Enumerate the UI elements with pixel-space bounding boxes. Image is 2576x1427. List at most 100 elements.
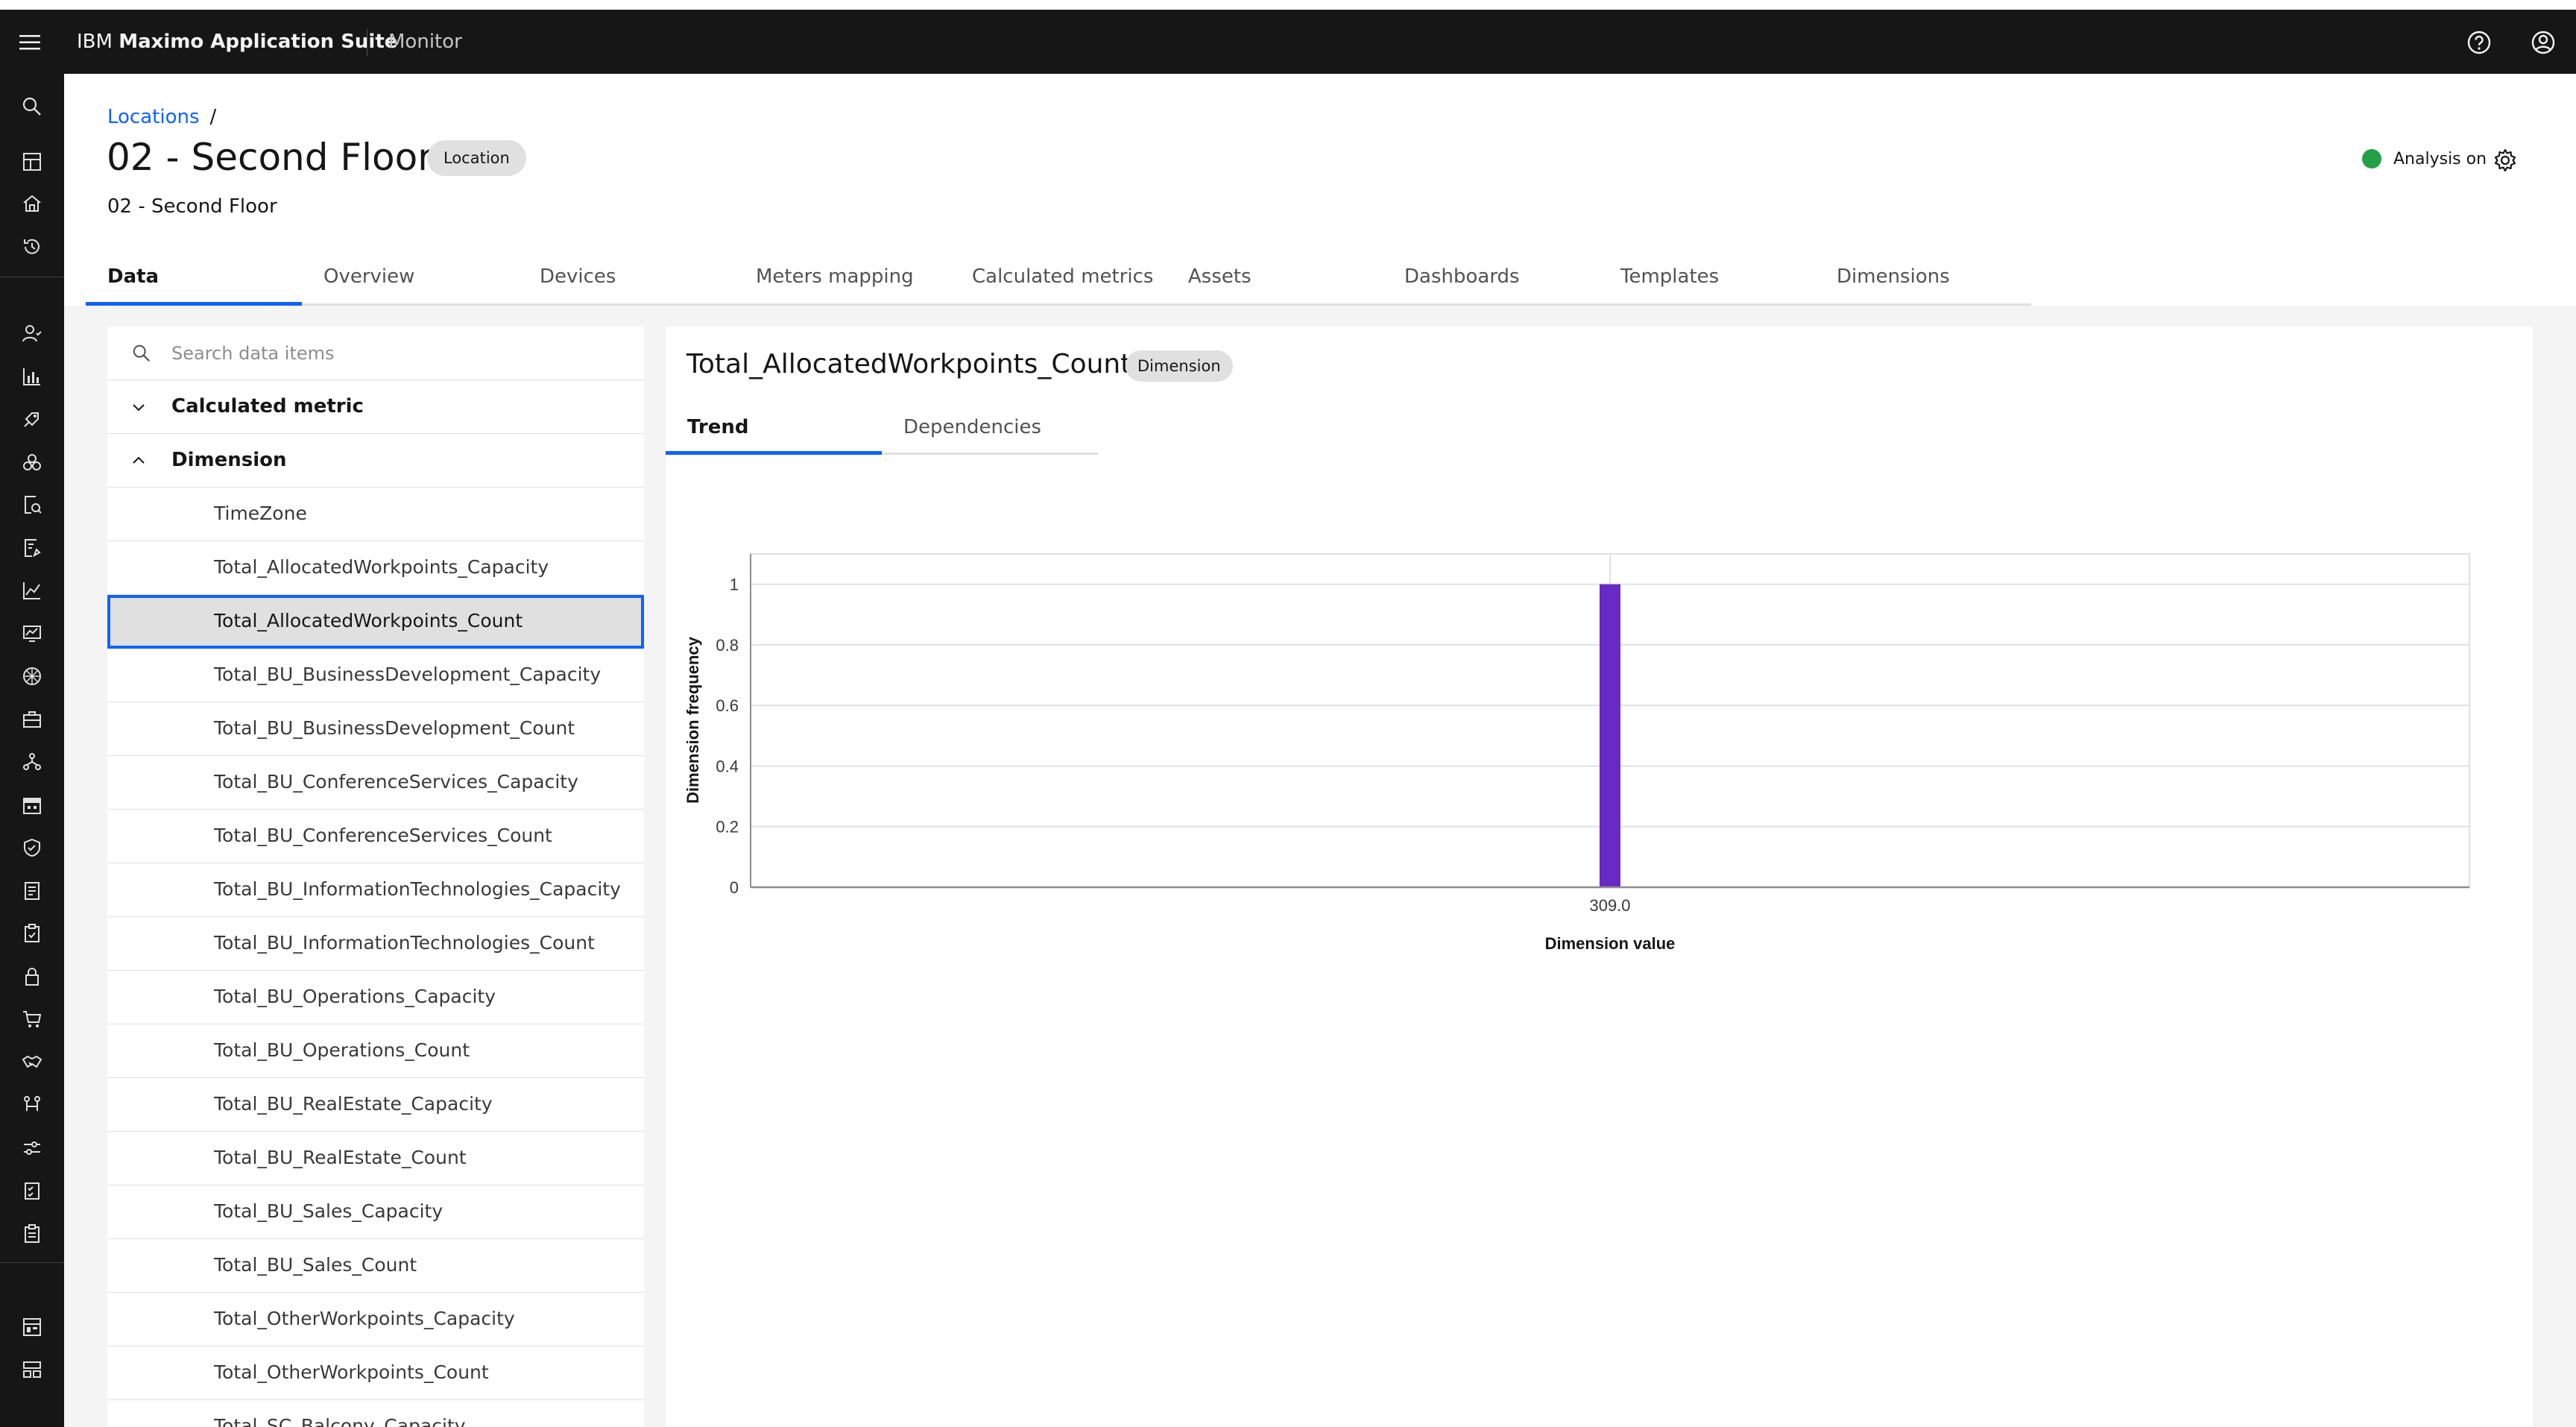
y-tick-label: 0 <box>730 878 739 897</box>
bar <box>1600 584 1620 887</box>
gear-icon[interactable] <box>2490 145 2520 175</box>
search-icon[interactable] <box>17 92 47 122</box>
user-avatar-icon[interactable] <box>2527 26 2560 59</box>
y-tick-label: 1 <box>730 576 739 594</box>
list-item[interactable]: Total_BU_ConferenceServices_Capacity <box>107 756 644 810</box>
inspection-icon[interactable] <box>17 490 47 520</box>
cart-icon[interactable] <box>17 1004 47 1034</box>
y-tick-label: 0.8 <box>716 636 739 655</box>
group-dimension[interactable]: Dimension <box>107 434 644 488</box>
y-tick-label: 0.4 <box>716 757 739 775</box>
lock-icon[interactable] <box>17 962 47 992</box>
page-subtitle: 02 - Second Floor <box>107 195 277 218</box>
clipboard-icon[interactable] <box>17 919 47 948</box>
list-item[interactable]: Total_BU_InformationTechnologies_Count <box>107 917 644 971</box>
analytics-icon[interactable] <box>17 362 47 391</box>
list-item[interactable]: Total_AllocatedWorkpoints_Capacity <box>107 541 644 595</box>
tab-assets[interactable]: Assets <box>1167 261 1383 306</box>
detail-panel: Total_AllocatedWorkpoints_Count Dimensio… <box>666 327 2533 1427</box>
list-item[interactable]: Total_SC_Balcony_Capacity <box>107 1400 644 1427</box>
list-item[interactable]: Total_OtherWorkpoints_Count <box>107 1346 644 1400</box>
predict-icon[interactable] <box>17 404 47 434</box>
tab-dimensions[interactable]: Dimensions <box>1815 261 2031 306</box>
list-item[interactable]: Total_BU_Sales_Count <box>107 1239 644 1293</box>
top-header: IBM Maximo Application Suite Monitor <box>0 10 2576 74</box>
y-axis-ticks: 0 0.2 0.4 0.6 0.8 1 <box>716 576 739 897</box>
x-axis-ticks: 309.0 <box>1589 896 1630 915</box>
trend-chart: 0 0.2 0.4 0.6 0.8 1 309.0 Dimension value Dim… <box>684 553 2470 953</box>
chevron-up-icon <box>124 446 154 476</box>
list-item[interactable]: Total_BU_RealEstate_Count <box>107 1132 644 1185</box>
breadcrumb-link-locations[interactable]: Locations <box>107 106 200 128</box>
search-input[interactable] <box>171 337 619 370</box>
health-icon[interactable] <box>17 661 47 691</box>
network-icon[interactable] <box>17 747 47 777</box>
tab-dependencies[interactable]: Dependencies <box>882 409 1098 455</box>
chart-line-icon[interactable] <box>17 576 47 605</box>
list-item[interactable]: Total_BU_InformationTechnologies_Capacit… <box>107 863 644 917</box>
report-icon[interactable] <box>17 533 47 563</box>
flow-icon[interactable] <box>17 1090 47 1120</box>
page-title: 02 - Second Floor <box>107 136 433 179</box>
analysis-status: Analysis on <box>2362 149 2487 168</box>
dimension-tag: Dimension <box>1126 350 1233 382</box>
list-item[interactable]: Total_BU_BusinessDevelopment_Count <box>107 702 644 756</box>
breadcrumb: Locations / <box>107 106 216 128</box>
product-name: Monitor <box>388 31 462 53</box>
list-item[interactable]: Total_BU_ConferenceServices_Count <box>107 810 644 863</box>
layout-icon[interactable] <box>17 1355 47 1385</box>
monitor-icon[interactable] <box>17 619 47 649</box>
dashboard-icon[interactable] <box>17 147 47 177</box>
asset-icon[interactable] <box>17 447 47 477</box>
analysis-status-label: Analysis on <box>2393 149 2487 168</box>
list-item[interactable]: Total_BU_Operations_Capacity <box>107 971 644 1024</box>
list-item[interactable]: TimeZone <box>107 488 644 541</box>
shield-icon[interactable] <box>17 833 47 863</box>
tab-devices[interactable]: Devices <box>518 261 734 306</box>
home-icon[interactable] <box>17 189 47 218</box>
data-items-panel: Calculated metric Dimension TimeZone Tot… <box>107 327 644 1427</box>
search-bar <box>107 327 644 380</box>
calendar-icon[interactable] <box>17 790 47 820</box>
status-indicator <box>2362 149 2381 168</box>
person-icon[interactable] <box>17 318 47 348</box>
location-type-tag: Location <box>427 140 526 176</box>
x-axis-label: Dimension value <box>1545 934 1676 953</box>
recent-icon[interactable] <box>17 232 47 262</box>
list-item[interactable]: Total_BU_Sales_Capacity <box>107 1185 644 1239</box>
tab-data[interactable]: Data <box>86 261 302 306</box>
tab-overview[interactable]: Overview <box>302 261 518 306</box>
list-item[interactable]: Total_BU_BusinessDevelopment_Capacity <box>107 649 644 702</box>
y-axis-label: Dimension frequency <box>684 636 702 803</box>
rail-divider <box>0 1262 64 1263</box>
x-tick-label: 309.0 <box>1589 896 1630 915</box>
search-icon <box>127 338 157 368</box>
list-item[interactable]: Total_BU_Operations_Count <box>107 1024 644 1078</box>
list-item-selected[interactable]: Total_AllocatedWorkpoints_Count <box>107 595 644 649</box>
help-icon[interactable] <box>2463 26 2496 59</box>
chart-bars <box>1600 584 1620 887</box>
tab-meters-mapping[interactable]: Meters mapping <box>734 261 950 306</box>
handshake-icon[interactable] <box>17 1048 47 1077</box>
breadcrumb-separator: / <box>209 106 217 128</box>
brand-name[interactable]: IBM Maximo Application Suite <box>77 31 397 53</box>
tab-calculated-metrics[interactable]: Calculated metrics <box>950 261 1167 306</box>
group-label: Calculated metric <box>171 395 364 418</box>
y-tick-label: 0.2 <box>716 818 739 837</box>
menu-icon[interactable] <box>13 26 46 59</box>
list-item[interactable]: Total_OtherWorkpoints_Capacity <box>107 1293 644 1346</box>
tab-trend[interactable]: Trend <box>666 409 882 455</box>
chevron-down-icon <box>124 392 154 422</box>
document-icon[interactable] <box>17 876 47 906</box>
group-label: Dimension <box>171 449 287 471</box>
task-icon[interactable] <box>17 1219 47 1249</box>
group-calculated-metric[interactable]: Calculated metric <box>107 380 644 434</box>
tab-templates[interactable]: Templates <box>1599 261 1815 306</box>
checklist-icon[interactable] <box>17 1176 47 1206</box>
briefcase-icon[interactable] <box>17 705 47 734</box>
list-item[interactable]: Total_BU_RealEstate_Capacity <box>107 1078 644 1132</box>
settings-adjust-icon[interactable] <box>17 1133 47 1163</box>
dashboard-grid-icon[interactable] <box>17 1312 47 1342</box>
tab-dashboards[interactable]: Dashboards <box>1383 261 1599 306</box>
y-tick-label: 0.6 <box>716 696 739 715</box>
